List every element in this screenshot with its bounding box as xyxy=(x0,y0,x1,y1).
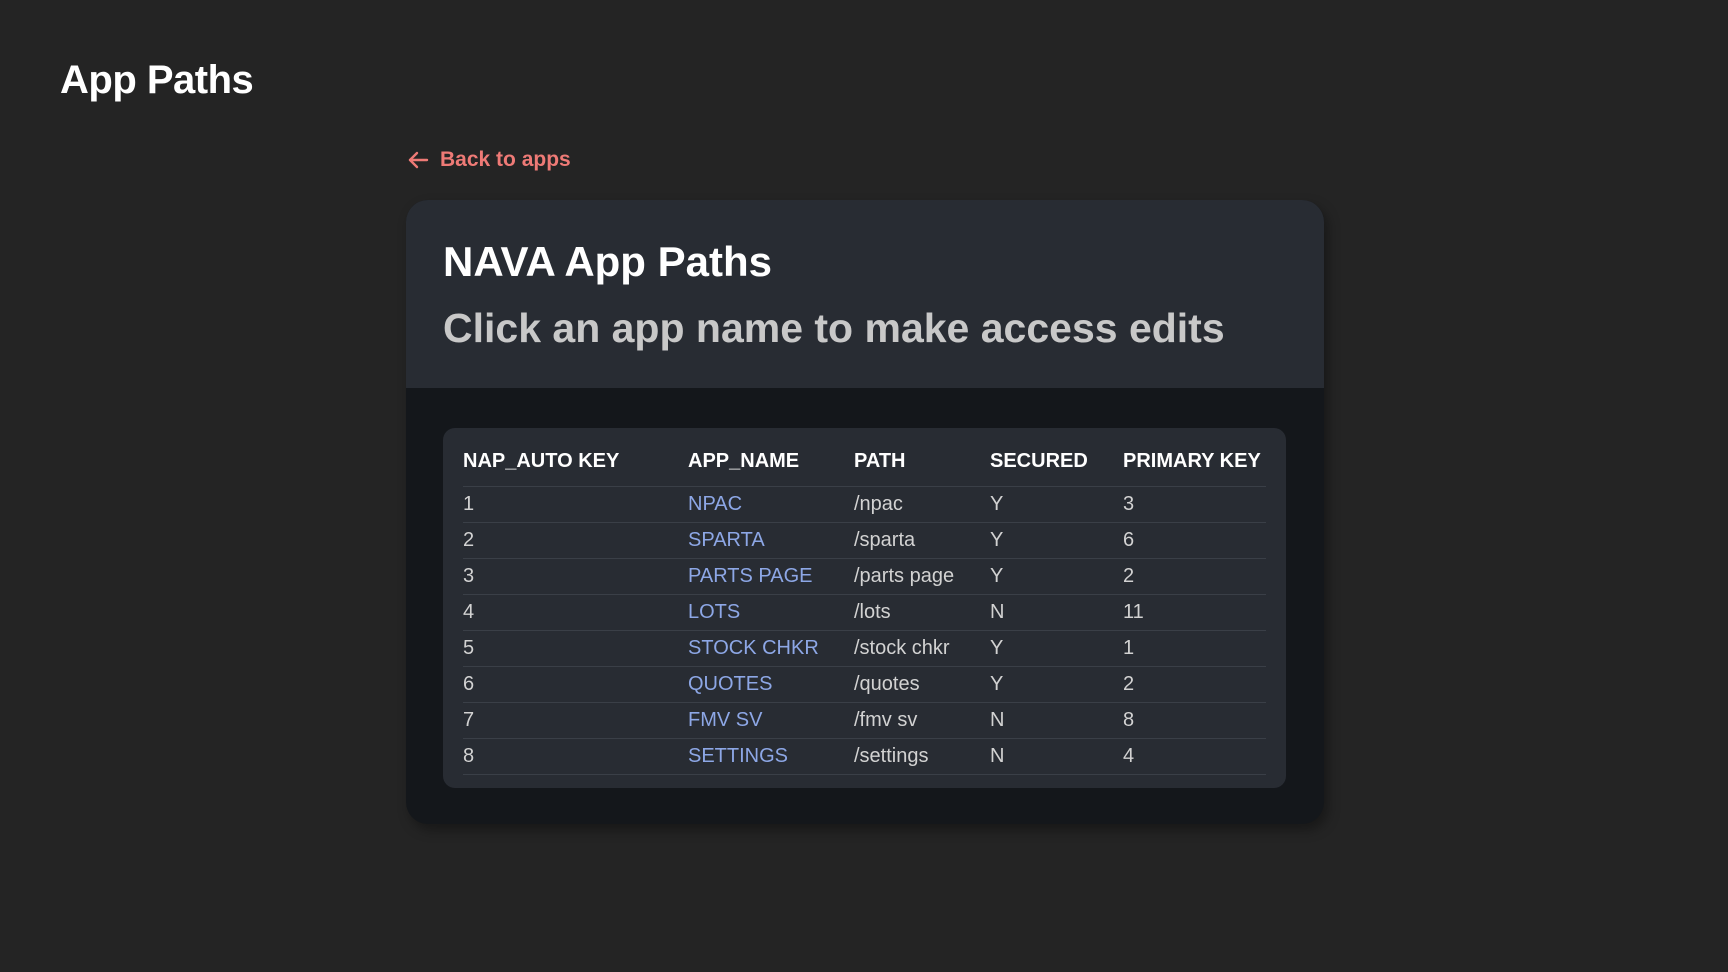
cell-primary-key: 11 xyxy=(1123,594,1266,631)
cell-path: /parts page xyxy=(854,558,990,595)
cell-path: /lots xyxy=(854,594,990,631)
cell-key: 3 xyxy=(463,558,688,595)
app-paths-card: NAVA App Paths Click an app name to make… xyxy=(406,200,1324,824)
cell-path: /fmv sv xyxy=(854,702,990,739)
cell-key: 2 xyxy=(463,522,688,559)
back-to-apps-link[interactable]: Back to apps xyxy=(406,148,571,172)
cell-primary-key: 4 xyxy=(1123,738,1266,775)
cell-primary-key: 8 xyxy=(1123,702,1266,739)
cell-primary-key: 6 xyxy=(1123,522,1266,559)
cell-path: /quotes xyxy=(854,666,990,703)
cell-secured: Y xyxy=(990,630,1123,667)
cell-primary-key: 3 xyxy=(1123,486,1266,523)
cell-secured: Y xyxy=(990,522,1123,559)
cell-path: /npac xyxy=(854,486,990,523)
app-name-link[interactable]: STOCK CHKR xyxy=(688,630,854,667)
cell-key: 6 xyxy=(463,666,688,703)
cell-key: 4 xyxy=(463,594,688,631)
card-header: NAVA App Paths Click an app name to make… xyxy=(406,200,1324,388)
table-row: 5 STOCK CHKR /stock chkr Y 1 xyxy=(463,630,1266,667)
cell-secured: N xyxy=(990,738,1123,775)
cell-key: 5 xyxy=(463,630,688,667)
app-name-link[interactable]: PARTS PAGE xyxy=(688,558,854,595)
cell-path: /sparta xyxy=(854,522,990,559)
table-header-row: NAP_AUTO KEY APP_NAME PATH SECURED PRIMA… xyxy=(463,436,1266,487)
column-header-secured: SECURED xyxy=(990,436,1123,487)
column-header-nap-auto-key: NAP_AUTO KEY xyxy=(463,436,688,487)
app-name-link[interactable]: SPARTA xyxy=(688,522,854,559)
app-paths-table: NAP_AUTO KEY APP_NAME PATH SECURED PRIMA… xyxy=(463,436,1266,775)
column-header-path: PATH xyxy=(854,436,990,487)
card-title: NAVA App Paths xyxy=(443,238,773,285)
app-name-link[interactable]: NPAC xyxy=(688,486,854,523)
table-row: 6 QUOTES /quotes Y 2 xyxy=(463,666,1266,703)
cell-secured: N xyxy=(990,594,1123,631)
cell-secured: Y xyxy=(990,486,1123,523)
cell-secured: Y xyxy=(990,666,1123,703)
arrow-left-icon xyxy=(406,148,430,172)
column-header-primary-key: PRIMARY KEY xyxy=(1123,436,1266,487)
table-row: 3 PARTS PAGE /parts page Y 2 xyxy=(463,558,1266,595)
table-row: 8 SETTINGS /settings N 4 xyxy=(463,738,1266,775)
card-subtitle: Click an app name to make access edits xyxy=(443,305,1225,351)
cell-primary-key: 1 xyxy=(1123,630,1266,667)
app-name-link[interactable]: QUOTES xyxy=(688,666,854,703)
cell-key: 8 xyxy=(463,738,688,775)
cell-primary-key: 2 xyxy=(1123,666,1266,703)
app-paths-table-container: NAP_AUTO KEY APP_NAME PATH SECURED PRIMA… xyxy=(443,428,1286,788)
cell-path: /stock chkr xyxy=(854,630,990,667)
cell-key: 1 xyxy=(463,486,688,523)
table-row: 7 FMV SV /fmv sv N 8 xyxy=(463,702,1266,739)
page-title: App Paths xyxy=(60,58,254,102)
cell-primary-key: 2 xyxy=(1123,558,1266,595)
cell-path: /settings xyxy=(854,738,990,775)
back-link-label: Back to apps xyxy=(440,148,571,171)
cell-key: 7 xyxy=(463,702,688,739)
cell-secured: Y xyxy=(990,558,1123,595)
table-row: 1 NPAC /npac Y 3 xyxy=(463,486,1266,523)
table-row: 4 LOTS /lots N 11 xyxy=(463,594,1266,631)
app-name-link[interactable]: SETTINGS xyxy=(688,738,854,775)
app-name-link[interactable]: LOTS xyxy=(688,594,854,631)
app-name-link[interactable]: FMV SV xyxy=(688,702,854,739)
cell-secured: N xyxy=(990,702,1123,739)
column-header-app-name: APP_NAME xyxy=(688,436,854,487)
table-row: 2 SPARTA /sparta Y 6 xyxy=(463,522,1266,559)
